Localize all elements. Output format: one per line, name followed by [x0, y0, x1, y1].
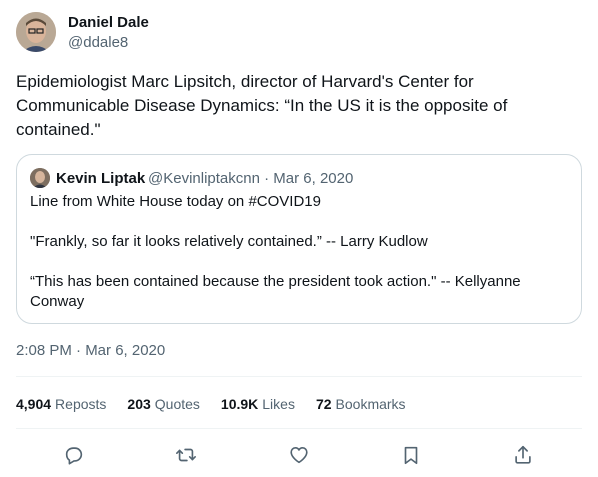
share-icon: [515, 445, 531, 464]
like-icon: [290, 447, 308, 464]
action-bar: [16, 440, 582, 470]
quoted-author-avatar: [30, 168, 50, 188]
stat-bookmarks-label: Bookmarks: [335, 396, 406, 412]
stat-reposts-count: 4,904: [16, 396, 52, 412]
share-button[interactable]: [508, 440, 538, 470]
divider: [16, 428, 582, 429]
quoted-tweet[interactable]: Kevin Liptak @Kevinliptakcnn · Mar 6, 20…: [16, 154, 582, 324]
stat-quotes[interactable]: 203 Quotes: [127, 395, 200, 413]
repost-icon: [176, 448, 196, 462]
tweet-text: Epidemiologist Marc Lipsitch, director o…: [16, 72, 508, 139]
stat-likes-label: Likes: [262, 396, 295, 412]
divider: [16, 376, 582, 377]
author-handle[interactable]: @ddale8: [68, 33, 128, 53]
stat-reposts[interactable]: 4,904 Reposts: [16, 395, 106, 413]
like-button[interactable]: [284, 440, 314, 470]
quoted-author-name: Kevin Liptak: [56, 170, 146, 187]
stat-reposts-label: Reposts: [55, 396, 107, 412]
quoted-tweet-text: Line from White House today on #COVID19 …: [30, 193, 521, 310]
stat-quotes-count: 203: [127, 396, 151, 412]
stat-bookmarks[interactable]: 72 Bookmarks: [316, 395, 406, 413]
stat-bookmarks-count: 72: [315, 396, 332, 412]
author-avatar[interactable]: [16, 12, 56, 52]
tweet-timestamp[interactable]: 2:08 PM · Mar 6, 2020: [16, 341, 165, 361]
bookmark-button[interactable]: [396, 440, 426, 470]
tweet-card: Daniel Dale @ddale8 Epidemiologist Marc …: [0, 0, 598, 477]
engagement-stats: 4,904 Reposts 203 Quotes 10.9K Likes 72 …: [16, 395, 427, 413]
stat-likes[interactable]: 10.9K Likes: [221, 395, 295, 413]
reply-icon: [65, 447, 83, 465]
reply-button[interactable]: [59, 440, 89, 470]
stat-likes-count: 10.9K: [220, 396, 259, 412]
author-name[interactable]: Daniel Dale: [68, 13, 149, 33]
repost-button[interactable]: [171, 440, 201, 470]
quoted-author-meta: @Kevinliptakcnn · Mar 6, 2020: [148, 170, 354, 187]
stat-quotes-label: Quotes: [154, 396, 200, 412]
bookmark-icon: [404, 446, 418, 465]
